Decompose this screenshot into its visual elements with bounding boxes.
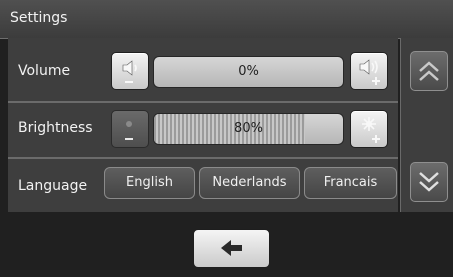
brightness-value: 80% <box>234 121 263 136</box>
speaker-low-icon <box>122 60 137 83</box>
language-label: Language <box>18 178 88 194</box>
double-chevron-down-icon <box>419 172 439 192</box>
speaker-high-icon <box>359 59 380 85</box>
language-option-francais[interactable]: Francais <box>304 167 397 199</box>
volume-label: Volume <box>18 63 71 79</box>
arrow-left-icon <box>221 240 242 256</box>
brightness-level-fill <box>154 114 306 144</box>
volume-increase-button[interactable] <box>350 52 388 90</box>
volume-value: 0% <box>238 64 259 79</box>
volume-decrease-button[interactable] <box>111 52 149 90</box>
brightness-increase-button[interactable] <box>350 110 388 148</box>
row-separator <box>8 101 398 103</box>
scroll-up-button[interactable] <box>410 51 448 91</box>
page-title: Settings <box>10 10 68 26</box>
brightness-level-bar[interactable]: 80% <box>153 113 344 145</box>
double-chevron-up-icon <box>419 61 439 81</box>
back-button[interactable] <box>193 229 270 268</box>
brightness-low-icon <box>125 121 133 140</box>
brightness-decrease-button[interactable] <box>111 110 149 148</box>
language-option-english[interactable]: English <box>104 167 195 199</box>
language-option-nederlands[interactable]: Nederlands <box>199 167 300 199</box>
scroll-down-button[interactable] <box>410 162 448 202</box>
brightness-label: Brightness <box>18 120 93 136</box>
brightness-high-icon <box>362 117 380 143</box>
row-separator <box>8 157 398 159</box>
volume-level-bar[interactable]: 0% <box>153 56 344 88</box>
title-bar <box>0 0 453 39</box>
